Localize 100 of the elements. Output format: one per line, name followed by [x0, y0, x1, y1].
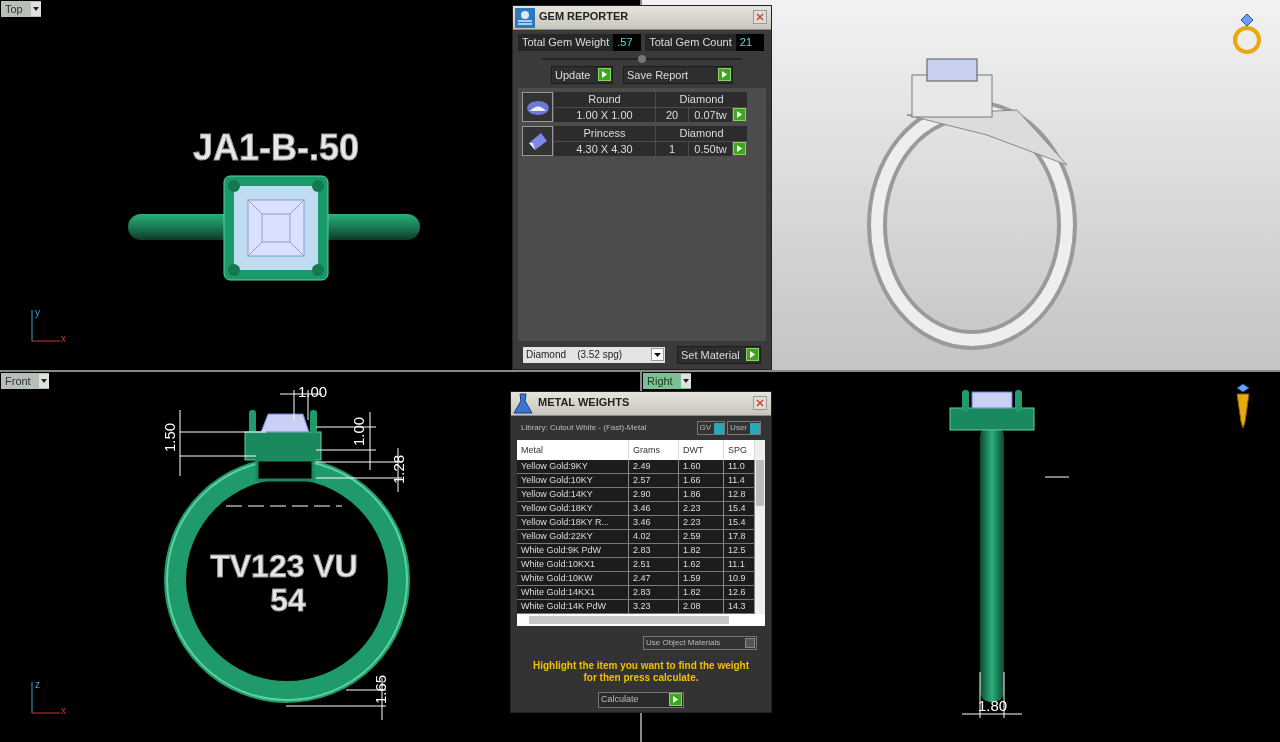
dimension-label: 1.00: [298, 384, 328, 399]
play-icon: [733, 107, 746, 121]
toggle-icon: [714, 422, 725, 434]
close-button[interactable]: [753, 396, 767, 410]
dimension-label: 1.00: [351, 416, 367, 447]
gem-material: Diamond: [656, 126, 747, 141]
hint-text: Highlight the item you want to find the weight for then press calculate.: [531, 659, 751, 684]
table-cell: 2.47: [629, 572, 679, 585]
gem-size: 1.00 X 1.00: [554, 107, 655, 122]
table-row[interactable]: Yellow Gold:14KY 2.90 1.86 12.8: [517, 488, 755, 502]
gem-shape: Round: [554, 92, 655, 107]
axis-icon: [30, 682, 60, 714]
table-cell: 2.90: [629, 488, 679, 501]
total-label: Total Gem Count: [648, 35, 733, 50]
material-dropdown[interactable]: Diamond (3.52 spg): [523, 346, 665, 363]
table-cell: 2.08: [679, 600, 724, 613]
caret-icon: [30, 2, 41, 16]
engraved-text: 54: [270, 584, 306, 616]
table-row[interactable]: White Gold:14KX1 2.83 1.82 12.6: [517, 586, 755, 600]
table-cell: 2.83: [629, 586, 679, 599]
vertical-scrollbar[interactable]: [755, 440, 765, 614]
axis-label: z: [35, 680, 40, 690]
round-gem-icon: [525, 98, 550, 116]
table-cell: Yellow Gold:22KY: [517, 530, 629, 543]
total-value: 21: [735, 34, 764, 51]
square-gem-icon: [526, 131, 549, 151]
engraved-text: JA1-B-.50: [192, 130, 360, 166]
view-menu[interactable]: Top: [1, 1, 41, 17]
dimension-label: 1.28: [391, 454, 407, 485]
table-cell: White Gold:14K PdW: [517, 600, 629, 613]
table-row[interactable]: White Gold:10KX1 2.51 1.62 11.1: [517, 558, 755, 572]
report-button[interactable]: Update: [551, 65, 613, 84]
table-cell: 3.23: [629, 600, 679, 613]
table-row[interactable]: Yellow Gold:10KY 2.57 1.66 11.4: [517, 474, 755, 488]
axis-label: x: [61, 334, 66, 344]
table-cell: 2.23: [679, 516, 724, 529]
table-cell: Yellow Gold:14KY: [517, 488, 629, 501]
table-cell: 1.82: [679, 586, 724, 599]
set-material-button[interactable]: Set Material: [677, 345, 761, 364]
report-icon: [515, 8, 535, 28]
table-cell: White Gold:9K PdW: [517, 544, 629, 557]
pen-icon: [1234, 384, 1252, 428]
engraved-text: TV123 VU: [210, 550, 358, 582]
axis-label: y: [35, 308, 40, 318]
dimension-label: 1.50: [162, 422, 178, 453]
table-cell: 1.82: [679, 544, 724, 557]
gem-shape: Princess: [554, 126, 655, 141]
table-row[interactable]: Yellow Gold:18KY 3.46 2.23 15.4: [517, 502, 755, 516]
table-row[interactable]: White Gold:14K PdW 3.23 2.08 14.3: [517, 600, 755, 614]
table-row[interactable]: White Gold:10KW 2.47 1.59 10.9: [517, 572, 755, 586]
gem-material: Diamond: [656, 92, 747, 107]
play-icon: [718, 68, 731, 82]
table-cell: 1.62: [679, 558, 724, 571]
table-cell: 1.66: [679, 474, 724, 487]
table-row[interactable]: White Gold:9K PdW 2.83 1.82 12.5: [517, 544, 755, 558]
gem-row[interactable]: Princess Diamond 4.30 X 4.30 1 0.50tw: [522, 126, 762, 156]
table-cell: Yellow Gold:9KY: [517, 460, 629, 473]
play-icon: [733, 141, 746, 155]
table-cell: 1.59: [679, 572, 724, 585]
gem-count: 1: [656, 141, 688, 156]
table-cell: 1.86: [679, 488, 724, 501]
window-title: GEM REPORTER: [538, 9, 630, 24]
caret-icon: [38, 374, 49, 388]
play-icon: [669, 693, 682, 707]
table-row[interactable]: Yellow Gold:18KY R... 3.46 2.23 15.4: [517, 516, 755, 530]
ring-icon: [1232, 12, 1262, 56]
total-label: Total Gem Weight: [521, 35, 611, 50]
axis-icon: [30, 310, 60, 342]
toggle-icon: [750, 422, 760, 434]
gem-row[interactable]: Round Diamond 1.00 X 1.00 20 0.07tw: [522, 92, 762, 122]
table-cell: White Gold:14KX1: [517, 586, 629, 599]
caret-icon: [651, 348, 664, 362]
table-cell: 3.46: [629, 502, 679, 515]
table-row[interactable]: Yellow Gold:9KY 2.49 1.60 11.0: [517, 460, 755, 474]
table-cell: 2.59: [679, 530, 724, 543]
gem-size: 4.30 X 4.30: [554, 141, 655, 156]
table-cell: Yellow Gold:18KY R...: [517, 516, 629, 529]
table-cell: Yellow Gold:10KY: [517, 474, 629, 487]
table-row[interactable]: Yellow Gold:22KY 4.02 2.59 17.8: [517, 530, 755, 544]
caret-icon: [680, 374, 691, 388]
table-cell: 2.51: [629, 558, 679, 571]
table-cell: 2.57: [629, 474, 679, 487]
report-button[interactable]: Save Report: [623, 65, 733, 84]
table-cell: 1.60: [679, 460, 724, 473]
splitter-handle[interactable]: [542, 53, 742, 64]
gem-weight: 0.50tw: [689, 141, 732, 156]
use-object-materials-checkbox[interactable]: Use Object Materials: [643, 636, 757, 650]
view-menu[interactable]: Front: [1, 373, 49, 389]
toggle-button[interactable]: User: [727, 421, 761, 435]
table-cell: White Gold:10KX1: [517, 558, 629, 571]
guide-line: [1045, 476, 1069, 478]
calculate-button[interactable]: Calculate: [598, 692, 684, 708]
view-menu[interactable]: Right: [643, 373, 691, 389]
close-button[interactable]: [753, 10, 767, 24]
gem-count: 20: [656, 107, 688, 122]
table-cell: 2.83: [629, 544, 679, 557]
toggle-button[interactable]: GV: [696, 421, 726, 435]
horizontal-scrollbar[interactable]: [517, 614, 765, 626]
table-cell: 3.46: [629, 516, 679, 529]
close-icon: [756, 13, 764, 21]
